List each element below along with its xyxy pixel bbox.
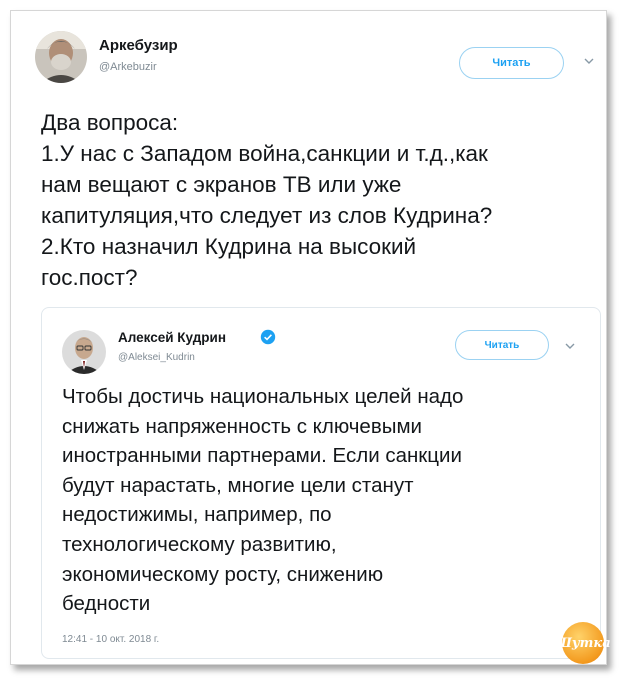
chevron-down-icon[interactable] — [582, 54, 596, 68]
quoted-author-avatar[interactable] — [62, 330, 106, 374]
watermark-logo: Шутка — [555, 622, 611, 664]
follow-button[interactable]: Читать — [459, 47, 564, 79]
quoted-text-line: технологическому развитию, — [62, 532, 337, 556]
tweet-card: Аркебузир @Arkebuzir Читать Два вопроса:… — [10, 10, 607, 665]
quoted-text-line: экономическому росту, снижению — [62, 562, 384, 586]
tweet-text-line: капитуляция,что следует из слов Кудрина? — [41, 203, 493, 228]
author-name[interactable]: Аркебузир — [99, 37, 178, 54]
tweet-text-line: нам вещают с экранов ТВ или уже — [41, 172, 402, 197]
tweet-text-line: 1.У нас с Западом война,санкции и т.д.,к… — [41, 141, 488, 166]
quoted-text-line: снижать напряженность с ключевыми — [62, 414, 423, 438]
tweet-text-line: Два вопроса: — [41, 110, 179, 135]
quoted-author-name[interactable]: Алексей Кудрин — [118, 330, 226, 345]
verified-badge-icon — [260, 329, 276, 345]
quoted-text-line: бедности — [62, 592, 151, 616]
tweet-text-line: 2.Кто назначил Кудрина на высокий — [41, 234, 417, 259]
author-avatar[interactable] — [35, 31, 87, 83]
quoted-text-line: будут нарастать, многие цели станут — [62, 473, 414, 497]
quoted-author-handle[interactable]: @Aleksei_Kudrin — [118, 352, 195, 363]
quoted-text-line: иностранными партнерами. Если санкции — [62, 444, 462, 468]
quoted-tweet[interactable]: Алексей Кудрин @Aleksei_Kudrin Читать Чт… — [41, 307, 601, 659]
quoted-follow-button[interactable]: Читать — [455, 330, 549, 360]
quoted-tweet-text: Чтобы достичь национальных целей надо сн… — [62, 382, 592, 619]
tweet-text-line: гос.пост? — [41, 265, 138, 290]
tweet-text: Два вопроса: 1.У нас с Западом война,сан… — [41, 107, 601, 293]
quoted-text-line: Чтобы достичь национальных целей надо — [62, 385, 464, 408]
chevron-down-icon[interactable] — [563, 339, 577, 353]
quoted-text-line: недостижимы, например, по — [62, 503, 332, 527]
quoted-timestamp[interactable]: 12:41 - 10 окт. 2018 г. — [62, 634, 159, 645]
author-handle[interactable]: @Arkebuzir — [99, 61, 157, 73]
